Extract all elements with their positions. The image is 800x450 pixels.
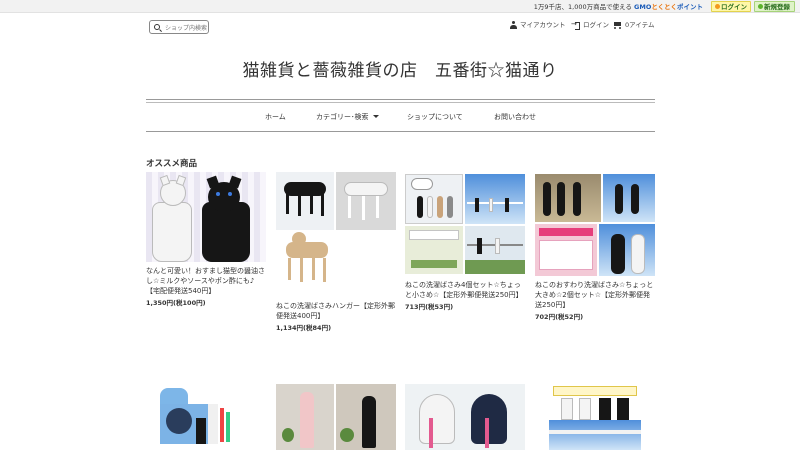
nav-about[interactable]: ショップについて bbox=[407, 112, 463, 122]
product-image[interactable] bbox=[535, 172, 655, 276]
gmo-signup-label: 新規登録 bbox=[764, 3, 790, 11]
product-name[interactable]: ねこの洗濯ばさみ4個セット☆ちょっと小さめ☆【定形外郵便発送250円】 bbox=[405, 280, 525, 300]
product-card[interactable]: なんと可愛い！おすまし猫型の醤油さし☆ミルクやソースやポン酢にも♪【宅配便発送5… bbox=[146, 172, 266, 307]
login-icon bbox=[571, 19, 580, 30]
product-image[interactable] bbox=[276, 172, 396, 297]
product-card[interactable]: ねこのおすわり洗濯ばさみ☆ちょっと大きめ☆2個セット☆【定形外郵便発送250円】… bbox=[535, 172, 655, 321]
nav-category-label: カテゴリー･検索 bbox=[316, 113, 369, 121]
my-account-link[interactable]: マイアカウント bbox=[510, 20, 566, 30]
product-price: 713円(税53円) bbox=[405, 303, 454, 311]
product-image[interactable] bbox=[405, 172, 525, 276]
cart-label: 0アイテム bbox=[625, 21, 655, 29]
product-price: 1,134円(税84円) bbox=[276, 324, 332, 332]
product-name[interactable]: なんと可愛い！おすまし猫型の醤油さし☆ミルクやソースやポン酢にも♪【宅配便発送5… bbox=[146, 266, 266, 296]
product-card[interactable] bbox=[405, 384, 525, 450]
header-divider-top-inner bbox=[146, 102, 655, 103]
product-card[interactable]: ねこの洗濯ばさみハンガー【定形外郵便発送400円】 1,134円(税84円) bbox=[276, 172, 396, 332]
product-image[interactable] bbox=[535, 384, 655, 450]
promo-brand: GMO bbox=[634, 3, 652, 11]
header-divider-top bbox=[146, 99, 655, 100]
nav-divider bbox=[146, 131, 655, 132]
promo-point: ポイント bbox=[677, 3, 703, 11]
gmo-promo-text: 1万9千店、1,000万商品で使える GMOとくとくポイント bbox=[534, 1, 703, 11]
search-placeholder: ショップ内検索 bbox=[165, 25, 208, 32]
login-label: ログイン bbox=[583, 21, 609, 29]
cart-link[interactable]: 0アイテム bbox=[613, 20, 655, 30]
nav-home[interactable]: ホーム bbox=[265, 112, 286, 122]
product-price: 1,350円(税100円) bbox=[146, 299, 206, 307]
promo-brand-sub: とくとく bbox=[651, 3, 677, 11]
nav-category[interactable]: カテゴリー･検索 bbox=[316, 112, 379, 122]
login-link[interactable]: ログイン bbox=[571, 19, 609, 30]
nav-contact[interactable]: お問い合わせ bbox=[494, 112, 536, 122]
product-card[interactable] bbox=[535, 384, 655, 450]
gmo-top-bar: 1万9千店、1,000万商品で使える GMOとくとくポイント ログイン 新規登録 bbox=[0, 0, 800, 13]
product-image[interactable] bbox=[405, 384, 525, 450]
search-icon bbox=[154, 24, 160, 30]
product-name[interactable]: ねこの洗濯ばさみハンガー【定形外郵便発送400円】 bbox=[276, 301, 396, 321]
product-image[interactable] bbox=[276, 384, 396, 450]
caret-down-icon bbox=[372, 115, 379, 118]
product-price: 702円(税52円) bbox=[535, 313, 584, 321]
my-account-label: マイアカウント bbox=[520, 21, 566, 29]
gmo-signup-button[interactable]: 新規登録 bbox=[754, 1, 795, 12]
signup-mark-icon bbox=[758, 4, 763, 9]
product-card[interactable] bbox=[276, 384, 396, 450]
product-card[interactable]: ねこの洗濯ばさみ4個セット☆ちょっと小さめ☆【定形外郵便発送250円】 713円… bbox=[405, 172, 525, 311]
person-icon bbox=[510, 21, 517, 29]
shop-title[interactable]: 猫雑貨と薔薇雑貨の店 五番街☆猫通り bbox=[0, 56, 800, 81]
promo-prefix: 1万9千店、1,000万商品で使える bbox=[533, 3, 632, 11]
product-card[interactable] bbox=[146, 384, 266, 450]
product-name[interactable]: ねこのおすわり洗濯ばさみ☆ちょっと大きめ☆2個セット☆【定形外郵便発送250円】 bbox=[535, 280, 655, 310]
recommended-section-title: オススメ商品 bbox=[146, 159, 198, 169]
login-mark-icon bbox=[715, 4, 720, 9]
gmo-login-button[interactable]: ログイン bbox=[711, 1, 751, 12]
shop-search-input[interactable]: ショップ内検索 bbox=[149, 20, 209, 34]
product-image[interactable] bbox=[146, 384, 266, 450]
gmo-login-label: ログイン bbox=[721, 3, 747, 11]
cart-icon bbox=[613, 21, 622, 29]
product-image[interactable] bbox=[146, 172, 266, 262]
